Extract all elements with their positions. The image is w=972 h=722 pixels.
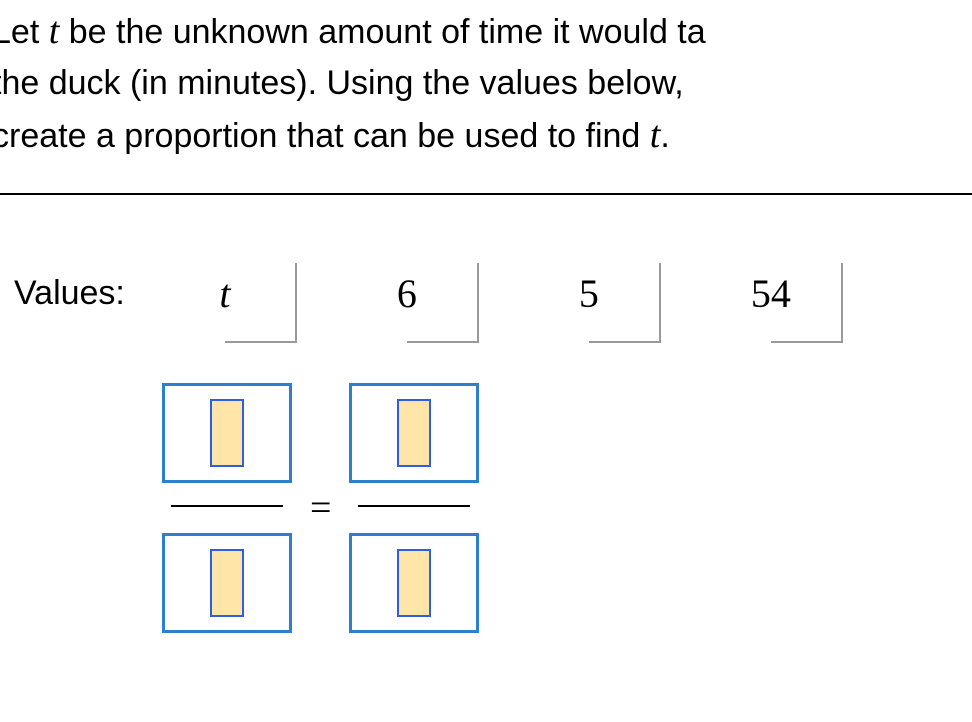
- question-prompt: Let t be the unknown amount of time it w…: [0, 0, 972, 163]
- drop-slot-right-numerator[interactable]: [349, 383, 479, 483]
- prompt-text-4: create a proportion that can be used to …: [0, 117, 650, 155]
- slot-placeholder-icon: [210, 549, 244, 617]
- prompt-text-2: be the unknown amount of time it would t…: [59, 13, 705, 51]
- values-label: Values:: [14, 274, 125, 313]
- fraction-bar-left: [171, 505, 283, 507]
- slot-placeholder-icon: [397, 399, 431, 467]
- slot-placeholder-icon: [397, 549, 431, 617]
- drop-slot-left-denominator[interactable]: [162, 533, 292, 633]
- variable-t-1: t: [49, 10, 60, 52]
- drop-slot-left-numerator[interactable]: [162, 383, 292, 483]
- variable-t-2: t: [650, 114, 661, 156]
- prompt-text-5: .: [660, 117, 669, 155]
- work-area: Values: t 6 5 54 =: [0, 193, 972, 722]
- value-tile-t[interactable]: t: [153, 243, 297, 343]
- drop-slot-right-denominator[interactable]: [349, 533, 479, 633]
- value-tile-54[interactable]: 54: [699, 243, 843, 343]
- prompt-text-1: Let: [0, 13, 49, 51]
- prompt-text-3: the duck (in minutes). Using the values …: [0, 64, 684, 102]
- proportion-builder: =: [162, 383, 972, 633]
- values-row: Values: t 6 5 54: [14, 243, 972, 343]
- equals-sign: =: [310, 486, 331, 530]
- fraction-bar-right: [358, 505, 470, 507]
- slot-placeholder-icon: [210, 399, 244, 467]
- fraction-right: [349, 383, 479, 633]
- value-tile-6[interactable]: 6: [335, 243, 479, 343]
- fraction-left: [162, 383, 292, 633]
- value-tile-5[interactable]: 5: [517, 243, 661, 343]
